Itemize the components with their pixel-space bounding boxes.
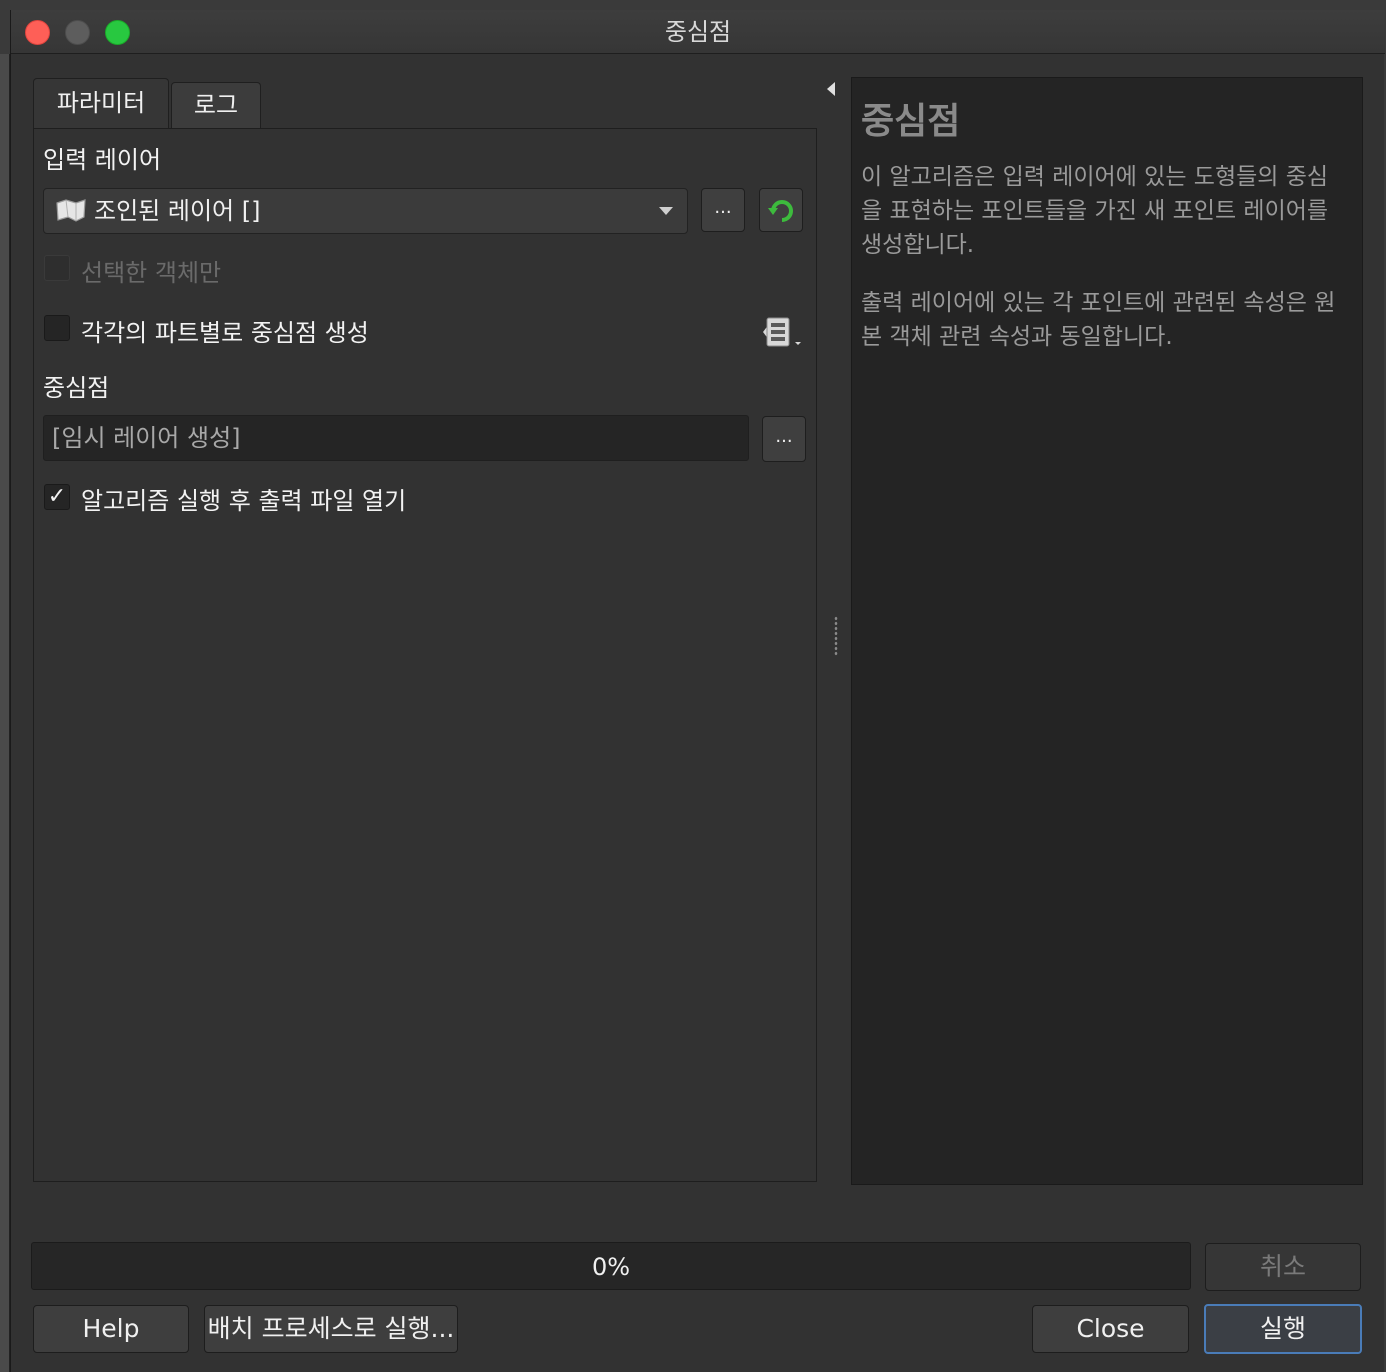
help-title: 중심점 — [861, 101, 961, 142]
input-layer-value: 조인된 레이어 [] — [94, 197, 261, 225]
chevron-down-icon — [659, 207, 673, 215]
tab-log[interactable]: 로그 — [171, 82, 261, 128]
title-bar: 중심점 — [11, 10, 1385, 54]
collapse-arrow-icon[interactable] — [827, 82, 835, 96]
selected-only-label: 선택한 객체만 — [81, 259, 222, 287]
splitter-handle[interactable] — [834, 616, 838, 656]
close-button[interactable]: Close — [1032, 1305, 1189, 1353]
window-title: 중심점 — [664, 18, 732, 46]
input-layer-combobox[interactable]: 조인된 레이어 [] — [43, 188, 688, 234]
output-layer-field[interactable]: [임시 레이어 생성] — [43, 415, 749, 461]
each-part-checkbox[interactable] — [44, 315, 70, 341]
help-paragraph-1: 이 알고리즘은 입력 레이어에 있는 도형들의 중심을 표현하는 포인트들을 가… — [861, 164, 1329, 258]
help-button[interactable]: Help — [33, 1305, 189, 1353]
open-output-label: 알고리즘 실행 후 출력 파일 열기 — [81, 487, 407, 515]
cancel-button[interactable]: 취소 — [1205, 1243, 1361, 1291]
refresh-layer-button[interactable] — [759, 188, 803, 232]
tab-parameters[interactable]: 파라미터 — [33, 78, 169, 130]
batch-process-button[interactable]: 배치 프로세스로 실행... — [204, 1305, 458, 1353]
refresh-icon — [768, 200, 793, 222]
output-browse-button[interactable]: ... — [762, 416, 806, 462]
open-output-checkbox[interactable]: ✓ — [44, 484, 70, 510]
progress-label: 0% — [591, 1253, 631, 1281]
iterate-features-icon[interactable] — [753, 312, 805, 352]
run-button[interactable]: 실행 — [1204, 1304, 1362, 1354]
output-label: 중심점 — [43, 374, 110, 402]
input-layer-browse-button[interactable]: ... — [701, 188, 745, 232]
selected-only-checkbox[interactable] — [44, 255, 70, 281]
progress-bar: 0% — [31, 1242, 1191, 1290]
help-paragraph-2: 출력 레이어에 있는 각 포인트에 관련된 속성은 원본 객체 관련 속성과 동… — [861, 290, 1336, 350]
polygon-layer-icon — [56, 199, 86, 222]
background-window-edge — [0, 54, 10, 1372]
each-part-label: 각각의 파트별로 중심점 생성 — [81, 319, 369, 347]
help-panel: 중심점 이 알고리즘은 입력 레이어에 있는 도형들의 중심을 표현하는 포인트… — [851, 77, 1363, 1185]
centroids-dialog: 중심점 파라미터 로그 입력 레이어 조인된 레이어 [] ... 선택한 객체… — [10, 10, 1385, 1372]
input-layer-label: 입력 레이어 — [43, 146, 162, 174]
